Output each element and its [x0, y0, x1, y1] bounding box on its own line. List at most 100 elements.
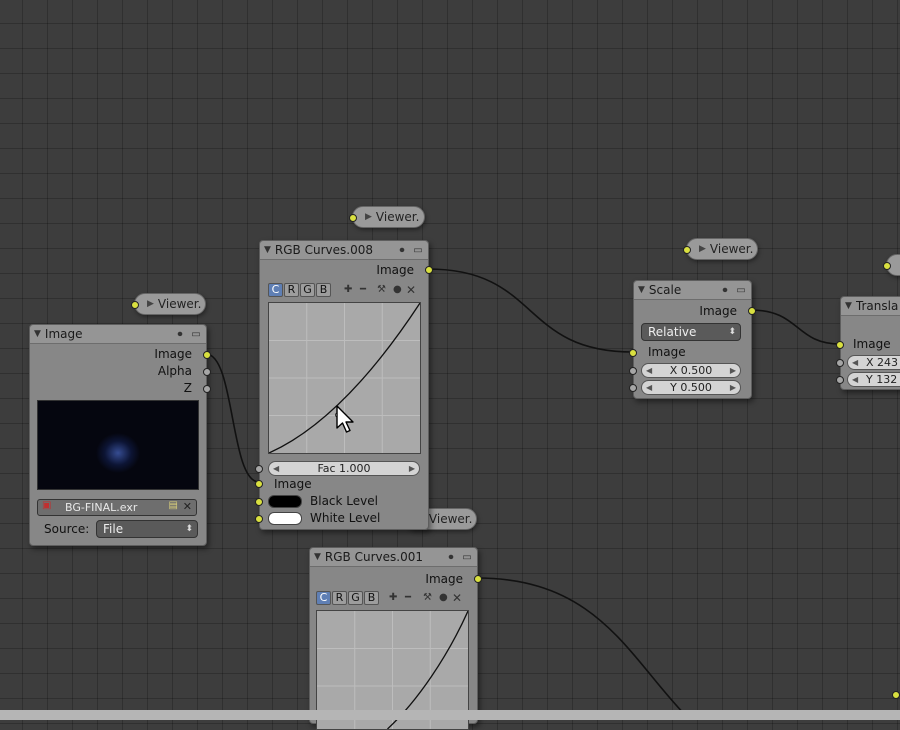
clipping-icon[interactable]: ● — [439, 592, 448, 603]
folder-icon[interactable]: ▤ — [169, 500, 178, 511]
input-white-level-socket[interactable] — [255, 515, 263, 523]
output-image-socket[interactable] — [474, 575, 482, 583]
preview-toggle-icon[interactable]: ⏺ — [174, 329, 186, 340]
wrench-icon[interactable]: ⚒ — [377, 284, 386, 295]
slider-left-arrow-icon[interactable]: ◀ — [273, 462, 279, 475]
fac-value: Fac 1.000 — [317, 462, 371, 475]
source-dropdown[interactable]: File ⬍ — [96, 520, 198, 538]
channel-b-button[interactable]: B — [316, 283, 331, 297]
node-options-icon[interactable]: ▭ — [461, 552, 473, 563]
image-node[interactable]: ▼ Image ⏺ ▭ Image Alpha Z ▣ BG-FINAL.exr… — [29, 324, 211, 546]
output-image-socket[interactable] — [203, 351, 211, 359]
slider-right-arrow-icon[interactable]: ▶ — [730, 364, 736, 377]
slider-right-arrow-icon[interactable]: ▶ — [409, 462, 415, 475]
viewer-node-image[interactable]: ▶ Viewer. — [131, 293, 206, 315]
preview-toggle-icon[interactable]: ⏺ — [445, 552, 457, 563]
scale-node-header[interactable]: ▼ Scale ⏺ ▭ — [634, 281, 751, 300]
input-y-socket[interactable] — [836, 376, 844, 384]
collapse-triangle-icon[interactable]: ▼ — [314, 552, 321, 562]
reset-x-icon[interactable]: ✕ — [452, 591, 462, 605]
rgb-curves-001-node[interactable]: ▼ RGB Curves.001 ⏺ ▭ Image C R G B ✚ ━ ⚒… — [309, 547, 482, 730]
node-options-icon[interactable]: ▭ — [190, 329, 202, 340]
input-black-level-socket[interactable] — [255, 498, 263, 506]
collapse-triangle-icon[interactable]: ▼ — [845, 301, 852, 311]
node-title: Image — [44, 327, 83, 341]
viewer-node-curves-008[interactable]: ▶ Viewer. — [349, 206, 425, 228]
collapse-triangle-icon[interactable]: ▼ — [638, 285, 645, 295]
translate-y-field[interactable]: ◀ Y 132 — [847, 372, 900, 387]
channel-c-button[interactable]: C — [316, 591, 331, 605]
channel-g-button[interactable]: G — [300, 283, 315, 297]
input-image-socket[interactable] — [629, 349, 637, 357]
collapse-triangle-icon: ▶ — [147, 299, 154, 309]
space-dropdown[interactable]: Relative ⬍ — [641, 323, 741, 341]
output-alpha-socket[interactable] — [203, 368, 211, 376]
bottom-scrollbar[interactable] — [0, 710, 900, 720]
offscreen-input-socket[interactable] — [892, 691, 900, 699]
rgb-curves-008-node[interactable]: ▼ RGB Curves.008 ⏺ ▭ Image C R G B ✚ ━ ⚒… — [255, 240, 433, 530]
preview-toggle-icon[interactable]: ⏺ — [396, 245, 408, 256]
channel-buttons: C R G B — [268, 283, 331, 297]
source-label: Source: — [44, 522, 90, 536]
clipping-icon[interactable]: ● — [393, 284, 402, 295]
channel-g-button[interactable]: G — [348, 591, 363, 605]
collapse-triangle-icon: ▶ — [365, 212, 372, 222]
zoom-in-icon[interactable]: ✚ — [389, 592, 397, 603]
image-node-header[interactable]: ▼ Image ⏺ ▭ — [30, 325, 206, 344]
input-fac-socket[interactable] — [255, 465, 263, 473]
viewer-node-scale[interactable]: ▶ Viewer. — [683, 238, 758, 260]
channel-c-button[interactable]: C — [268, 283, 283, 297]
translate-node-header[interactable]: ▼ Transla — [841, 297, 900, 316]
channel-r-button[interactable]: R — [284, 283, 299, 297]
output-image-socket[interactable] — [425, 266, 433, 274]
slider-left-arrow-icon[interactable]: ◀ — [852, 356, 858, 369]
collapse-triangle-icon[interactable]: ▼ — [34, 329, 41, 339]
input-image-socket[interactable] — [836, 341, 844, 349]
scale-x-field[interactable]: ◀ X 0.500 ▶ — [641, 363, 741, 378]
scale-node[interactable]: ▼ Scale ⏺ ▭ Image Relative ⬍ Image ◀ X 0… — [629, 280, 756, 399]
input-image-socket[interactable] — [255, 480, 263, 488]
viewer-input-socket[interactable] — [883, 262, 891, 270]
output-z-socket[interactable] — [203, 385, 211, 393]
zoom-out-icon[interactable]: ━ — [405, 592, 411, 603]
translate-node[interactable]: ▼ Transla Image ◀ X 243 ◀ Y 132 — [836, 296, 900, 390]
wrench-icon[interactable]: ⚒ — [423, 592, 432, 603]
wire-image-to-curves — [205, 353, 260, 483]
preview-toggle-icon[interactable]: ⏺ — [719, 285, 731, 296]
channel-r-button[interactable]: R — [332, 591, 347, 605]
slider-right-arrow-icon[interactable]: ▶ — [730, 381, 736, 394]
rgb-curves-001-header[interactable]: ▼ RGB Curves.001 ⏺ ▭ — [310, 548, 477, 567]
collapse-triangle-icon[interactable]: ▼ — [264, 245, 271, 255]
viewer-input-socket[interactable] — [683, 246, 691, 254]
zoom-in-icon[interactable]: ✚ — [344, 284, 352, 295]
slider-left-arrow-icon[interactable]: ◀ — [646, 381, 652, 394]
wire-curves001-to-offscreen — [476, 577, 691, 720]
scale-y-field[interactable]: ◀ Y 0.500 ▶ — [641, 380, 741, 395]
unlink-icon[interactable]: ✕ — [183, 500, 192, 513]
input-y-socket[interactable] — [629, 384, 637, 392]
node-options-icon[interactable]: ▭ — [735, 285, 747, 296]
white-level-swatch[interactable] — [268, 512, 302, 525]
file-field[interactable]: ▣ BG-FINAL.exr ▤ ✕ — [37, 499, 197, 516]
input-x-socket[interactable] — [836, 359, 844, 367]
black-level-swatch[interactable] — [268, 495, 302, 508]
viewer-input-socket[interactable] — [131, 301, 139, 309]
file-name[interactable]: BG-FINAL.exr — [65, 501, 137, 514]
translate-x-field[interactable]: ◀ X 243 — [847, 355, 900, 370]
input-x-socket[interactable] — [629, 367, 637, 375]
zoom-out-icon[interactable]: ━ — [360, 284, 366, 295]
node-options-icon[interactable]: ▭ — [412, 245, 424, 256]
node-title: RGB Curves.008 — [274, 243, 373, 257]
node-title: Transla — [855, 299, 899, 313]
space-value: Relative — [648, 325, 697, 339]
slider-left-arrow-icon[interactable]: ◀ — [852, 373, 858, 386]
fac-slider[interactable]: ◀ Fac 1.000 ▶ — [268, 461, 420, 476]
viewer-node-translate[interactable] — [883, 254, 900, 276]
image-browse-icon[interactable]: ▣ — [42, 500, 51, 511]
rgb-curves-008-header[interactable]: ▼ RGB Curves.008 ⏺ ▭ — [260, 241, 428, 260]
output-image-socket[interactable] — [748, 307, 756, 315]
channel-b-button[interactable]: B — [364, 591, 379, 605]
slider-left-arrow-icon[interactable]: ◀ — [646, 364, 652, 377]
viewer-input-socket[interactable] — [349, 214, 357, 222]
reset-x-icon[interactable]: ✕ — [406, 283, 416, 297]
